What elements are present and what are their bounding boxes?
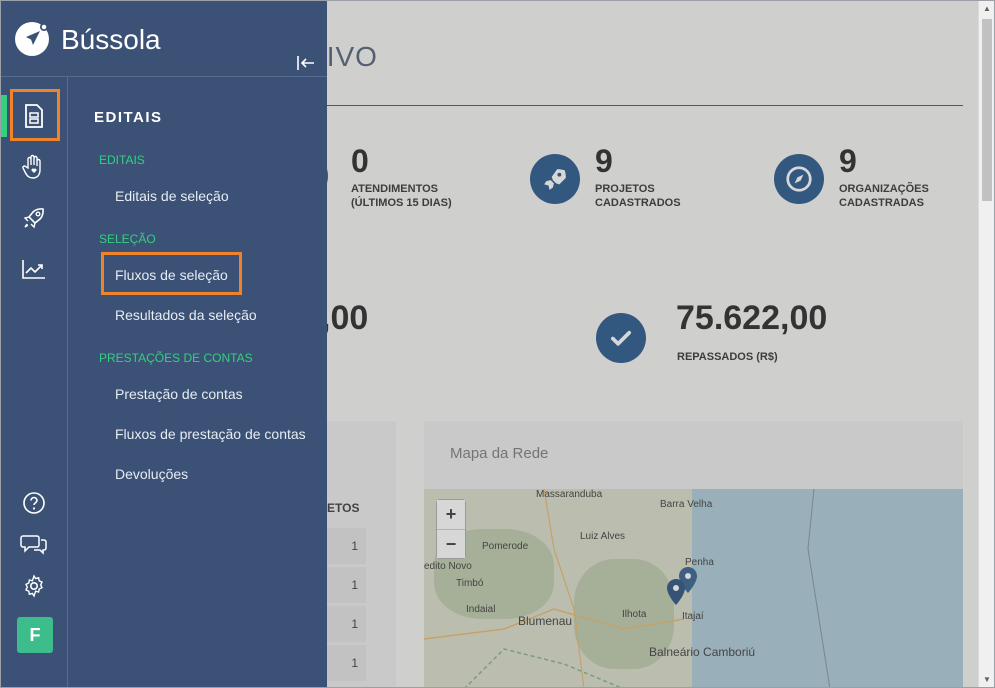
document-icon[interactable] [19, 101, 49, 131]
user-avatar[interactable]: F [17, 617, 53, 653]
icon-rail: F [1, 77, 68, 687]
menu-item-prestacao-de-contas[interactable]: Prestação de contas [115, 386, 243, 402]
scroll-down-icon[interactable]: ▼ [983, 675, 991, 684]
chart-line-icon[interactable] [19, 254, 49, 284]
editais-menu: EDITAIS EDITAIS Editais de seleção SELEÇ… [68, 77, 327, 687]
help-icon[interactable] [19, 488, 49, 518]
app-name: Bússola [61, 24, 161, 55]
scroll-up-icon[interactable]: ▲ [983, 4, 991, 13]
rocket-icon[interactable] [19, 203, 49, 233]
chat-icon[interactable] [19, 529, 49, 559]
section-title-editais: EDITAIS [99, 153, 145, 167]
settings-icon[interactable] [19, 571, 49, 601]
active-indicator [1, 95, 7, 137]
scroll-thumb[interactable] [982, 19, 992, 201]
page-scrollbar[interactable]: ▲ ▼ [978, 1, 994, 687]
menu-heading: EDITAIS [94, 109, 163, 126]
menu-item-fluxos-de-prestacao[interactable]: Fluxos de prestação de contas [115, 426, 306, 442]
menu-item-resultados-da-selecao[interactable]: Resultados da seleção [115, 307, 257, 323]
brand-header: Bússola [1, 1, 327, 77]
menu-item-devolucoes[interactable]: Devoluções [115, 466, 188, 482]
menu-item-editais-de-selecao[interactable]: Editais de seleção [115, 188, 229, 204]
sidebar: Bússola F EDITAIS EDITAIS Editais de sel… [1, 1, 327, 687]
compass-logo-icon [15, 22, 49, 56]
section-title-prestacoes: PRESTAÇÕES DE CONTAS [99, 351, 253, 365]
collapse-sidebar-icon[interactable] [295, 53, 317, 73]
menu-item-fluxos-de-selecao[interactable]: Fluxos de seleção [115, 267, 228, 283]
browser-window: ATIVO 0 ATENDIMENTOS (ÚLTIMOS 15 DIAS) 9… [0, 0, 995, 688]
section-title-selecao: SELEÇÃO [99, 232, 156, 246]
hand-heart-icon[interactable] [19, 152, 49, 182]
